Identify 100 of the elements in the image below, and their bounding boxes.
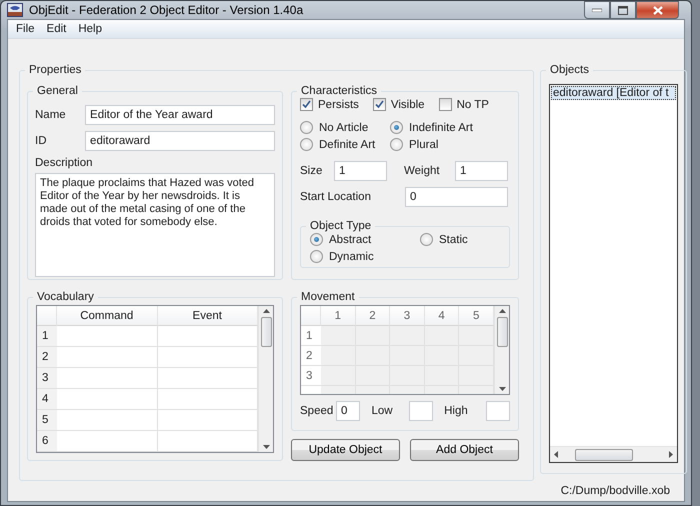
- table-cell[interactable]: [158, 368, 258, 389]
- menu-item[interactable]: File: [10, 23, 41, 35]
- table-cell[interactable]: [57, 347, 158, 368]
- checkbox[interactable]: [300, 98, 313, 111]
- radio-label: Static: [439, 234, 468, 246]
- list-item[interactable]: editoraward [Editor of t: [551, 86, 676, 100]
- table-cell[interactable]: [57, 389, 158, 410]
- maximize-button[interactable]: [610, 1, 636, 19]
- table-cell[interactable]: [158, 347, 258, 368]
- input-field[interactable]: Editor of the Year award: [85, 105, 275, 125]
- column-header: 4: [424, 306, 460, 326]
- horizontal-scrollbar[interactable]: [550, 446, 677, 462]
- table-cell[interactable]: [424, 326, 460, 346]
- radio-label: No Article: [319, 122, 368, 134]
- input-field[interactable]: [409, 401, 434, 421]
- table-cell[interactable]: [57, 431, 158, 452]
- radio-button[interactable]: [300, 138, 313, 151]
- table-cell[interactable]: [390, 326, 425, 346]
- group-title: Vocabulary: [37, 291, 94, 303]
- row-header: 5: [37, 410, 57, 431]
- scroll-up-icon[interactable]: [262, 309, 270, 313]
- status-text: C:/Dump/bodville.xob: [560, 485, 670, 497]
- scrollbar-thumb[interactable]: [260, 317, 272, 347]
- close-button[interactable]: [636, 1, 679, 19]
- scroll-left-icon[interactable]: [554, 451, 558, 458]
- action-button[interactable]: Add Object: [410, 439, 519, 461]
- menu-item[interactable]: Help: [72, 23, 108, 35]
- table-cell[interactable]: [321, 366, 356, 386]
- field-label: Low: [371, 405, 394, 417]
- scroll-up-icon[interactable]: [498, 309, 506, 313]
- column-header: 5: [459, 306, 494, 326]
- checkbox-label: No TP: [456, 98, 489, 110]
- header-corner: [301, 306, 321, 326]
- radio-button[interactable]: [420, 233, 433, 246]
- radio-button[interactable]: [310, 250, 323, 263]
- group-title: Properties: [29, 64, 82, 76]
- scrollbar-thumb[interactable]: [496, 317, 508, 347]
- radio-label: Definite Art: [319, 138, 376, 150]
- field-label: Name: [35, 109, 67, 121]
- vertical-scrollbar[interactable]: [494, 306, 509, 394]
- table-cell[interactable]: [57, 410, 158, 431]
- window-title: ObjEdit - Federation 2 Object Editor - Version 1.40a: [29, 3, 304, 17]
- row-header: 2: [37, 347, 57, 368]
- maximize-icon: [618, 6, 628, 14]
- row-header: 4: [37, 389, 57, 410]
- radio-button[interactable]: [300, 121, 313, 134]
- scroll-right-icon[interactable]: [669, 451, 673, 458]
- group-title: General: [37, 85, 78, 97]
- checkbox[interactable]: [438, 98, 452, 111]
- field-label: High: [444, 405, 469, 417]
- close-icon: [652, 6, 662, 14]
- column-header: 2: [356, 306, 390, 326]
- table-cell[interactable]: [321, 326, 356, 346]
- radio-button[interactable]: [390, 121, 403, 134]
- row-header: 3: [37, 368, 57, 389]
- table-cell[interactable]: [158, 389, 258, 410]
- table-cell[interactable]: [57, 368, 158, 389]
- radio-label: Abstract: [329, 234, 372, 246]
- checkbox-label: Persists: [318, 98, 359, 110]
- input-field[interactable]: 0: [336, 401, 360, 421]
- table-cell[interactable]: [459, 326, 494, 346]
- scroll-down-icon[interactable]: [498, 387, 506, 391]
- checkbox-label: Visible: [390, 98, 425, 110]
- column-header: Event: [158, 306, 258, 326]
- objects-list[interactable]: editoraward [Editor of t: [549, 84, 678, 463]
- input-field[interactable]: 1: [455, 161, 508, 181]
- column-header: Command: [57, 306, 158, 326]
- group-title: Movement: [301, 291, 355, 303]
- column-header: 3: [390, 306, 425, 326]
- checkbox[interactable]: [372, 98, 386, 111]
- input-field[interactable]: 1: [334, 161, 387, 181]
- field-label: Description: [35, 157, 93, 169]
- row-header: 1: [37, 326, 57, 347]
- group-title: Characteristics: [301, 85, 378, 97]
- action-button[interactable]: Update Object: [291, 439, 400, 461]
- field-label: Speed: [300, 405, 334, 417]
- input-field[interactable]: [486, 401, 510, 421]
- radio-label: Dynamic: [329, 250, 374, 262]
- radio-button[interactable]: [390, 138, 403, 151]
- field-label: ID: [35, 135, 48, 147]
- field-label: Size: [300, 165, 324, 177]
- field-label: Weight: [404, 165, 441, 177]
- field-label: Start Location: [300, 191, 372, 203]
- input-field[interactable]: editoraward: [85, 131, 275, 151]
- scroll-down-icon[interactable]: [262, 445, 270, 449]
- table-cell[interactable]: [321, 346, 356, 366]
- description-field[interactable]: The plaque proclaims that Hazed was voted Editor of the Year by her newsdroids. It is made out of the metal casing of one of the droids that voted for somebody else.: [35, 173, 275, 277]
- row-header: 6: [37, 431, 57, 452]
- table-cell[interactable]: [158, 326, 258, 347]
- menu-item[interactable]: Edit: [40, 23, 72, 35]
- vertical-scrollbar[interactable]: [258, 306, 273, 452]
- radio-button[interactable]: [310, 233, 323, 246]
- scrollbar-thumb[interactable]: [574, 448, 632, 460]
- input-field[interactable]: 0: [405, 187, 508, 207]
- table-cell[interactable]: [158, 410, 258, 431]
- table-cell[interactable]: [57, 326, 158, 347]
- minimize-icon: [592, 8, 602, 12]
- minimize-button[interactable]: [584, 1, 610, 19]
- table-cell[interactable]: [356, 326, 390, 346]
- table-cell[interactable]: [158, 431, 258, 452]
